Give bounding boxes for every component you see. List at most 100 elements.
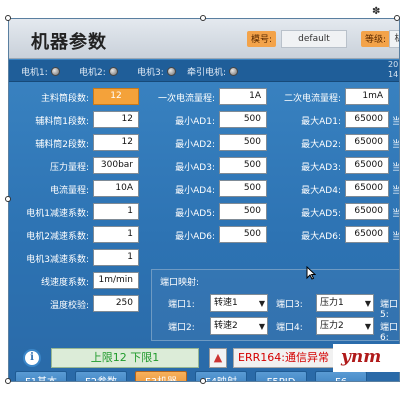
min-ad4-field[interactable]: 500 <box>219 180 267 197</box>
temperature-calibration-field[interactable]: 250 <box>93 295 139 312</box>
max-ad4-field[interactable]: 65000 <box>345 180 389 197</box>
line-speed-factor-field[interactable]: 1m/min <box>93 272 139 289</box>
page-title: 机器参数 <box>31 32 107 53</box>
f2-params-button[interactable]: F2参数 <box>75 371 127 381</box>
secondary-current-range-field[interactable]: 1mA <box>345 88 389 105</box>
chevron-down-icon: ▼ <box>258 322 265 331</box>
port-2-select[interactable]: 转速2 ▼ <box>210 317 268 335</box>
param-label: 线速度系数: <box>40 278 89 288</box>
traction-motor-status: 牵引电机: <box>187 65 239 78</box>
motor-3-reduction-field[interactable]: 1 <box>93 249 139 266</box>
param-label: 最小AD6: <box>175 232 215 242</box>
current-range-field[interactable]: 10A <box>93 180 139 197</box>
pressure-range-field[interactable]: 300bar <box>93 157 139 174</box>
resize-handle-mid-left[interactable] <box>5 196 11 202</box>
motor-2-label: 电机2: <box>79 68 106 78</box>
port-6-label: 端口6: <box>380 323 399 343</box>
max-ad1-field[interactable]: 65000 <box>345 111 389 128</box>
edge-label: 当 <box>392 114 399 127</box>
model-label: 模号: <box>247 31 277 47</box>
traction-motor-label: 牵引电机: <box>187 68 227 78</box>
resize-handle-bottom-left[interactable] <box>5 378 11 384</box>
motor-status-bar: 电机1: 电机2: 电机3: 牵引电机: 20 14 <box>9 60 399 82</box>
chevron-down-icon: ▼ <box>258 299 265 308</box>
param-label: 最大AD3: <box>301 163 341 173</box>
motor-2-status: 电机2: <box>79 65 118 78</box>
header-bar: 机器参数 模号: default 等级: 机 <box>9 19 399 59</box>
param-label: 最大AD5: <box>301 209 341 219</box>
edge-label: 当 <box>392 160 399 173</box>
motor-status-light-icon <box>229 67 239 76</box>
resize-handle-bottom-mid[interactable] <box>200 378 206 384</box>
param-label: 温度校验: <box>49 301 89 311</box>
chevron-down-icon: ▼ <box>364 299 371 308</box>
param-label: 最小AD3: <box>175 163 215 173</box>
port-2-label: 端口2: <box>168 323 195 333</box>
resize-handle-top-left[interactable] <box>5 15 11 21</box>
mouse-pointer-icon <box>306 266 316 280</box>
port-4-value: 压力2 <box>320 321 344 331</box>
bug-icon: ✽ <box>372 6 381 17</box>
param-label: 主料筒段数: <box>40 94 89 104</box>
param-label: 最大AD6: <box>301 232 341 242</box>
f3-machine-button[interactable]: F3机器 <box>135 371 187 381</box>
port-3-value: 压力1 <box>320 298 344 308</box>
hmi-screen: 机器参数 模号: default 等级: 机 电机1: 电机2: 电机3: 牵引… <box>8 18 400 382</box>
min-ad2-field[interactable]: 500 <box>219 134 267 151</box>
param-label: 最小AD5: <box>175 209 215 219</box>
motor-3-label: 电机3: <box>137 68 164 78</box>
port-2-value: 转速2 <box>214 321 238 331</box>
port-1-label: 端口1: <box>168 300 195 310</box>
main-barrel-sections-field[interactable]: 12 <box>93 88 139 105</box>
primary-current-range-field[interactable]: 1A <box>219 88 267 105</box>
min-ad6-field[interactable]: 500 <box>219 226 267 243</box>
limit-display: 上限12 下限1 <box>51 348 199 368</box>
motor-1-status: 电机1: <box>21 65 60 78</box>
edge-label: 当 <box>392 206 399 219</box>
level-value[interactable]: 机 <box>389 30 399 48</box>
param-label: 一次电流量程: <box>157 94 215 104</box>
watermark-logo: ynm <box>333 344 400 372</box>
motor-2-reduction-field[interactable]: 1 <box>93 226 139 243</box>
motor-status-light-icon <box>108 67 118 76</box>
param-label: 二次电流量程: <box>283 94 341 104</box>
alarm-icon[interactable]: ▲ <box>209 348 227 368</box>
aux-barrel-2-sections-field[interactable]: 12 <box>93 134 139 151</box>
max-ad3-field[interactable]: 65000 <box>345 157 389 174</box>
model-value[interactable]: default <box>281 30 347 48</box>
port-3-select[interactable]: 压力1 ▼ <box>316 294 374 312</box>
param-label: 最小AD4: <box>175 186 215 196</box>
port-5-label: 端口5: <box>380 300 399 320</box>
port-1-select[interactable]: 转速1 ▼ <box>210 294 268 312</box>
max-ad5-field[interactable]: 65000 <box>345 203 389 220</box>
edge-label: 当 <box>392 183 399 196</box>
port-mapping-title: 端口映射: <box>160 278 200 288</box>
edge-label: 当 <box>392 229 399 242</box>
min-ad5-field[interactable]: 500 <box>219 203 267 220</box>
param-label: 电机2减速系数: <box>26 232 89 242</box>
max-ad6-field[interactable]: 65000 <box>345 226 389 243</box>
motor-status-light-icon <box>166 67 176 76</box>
motor-1-reduction-field[interactable]: 1 <box>93 203 139 220</box>
param-label: 最大AD4: <box>301 186 341 196</box>
param-label: 最小AD2: <box>175 140 215 150</box>
param-label: 最大AD2: <box>301 140 341 150</box>
port-4-label: 端口4: <box>276 323 303 333</box>
f1-basic-button[interactable]: F1基本 <box>15 371 67 381</box>
info-icon[interactable]: i <box>23 349 41 367</box>
corner-date-fragment-1: 20 <box>388 60 399 69</box>
port-3-label: 端口3: <box>276 300 303 310</box>
resize-handle-top-mid[interactable] <box>200 15 206 21</box>
param-label: 最小AD1: <box>175 117 215 127</box>
max-ad2-field[interactable]: 65000 <box>345 134 389 151</box>
f5-pid-button[interactable]: F5PID <box>255 371 307 381</box>
aux-barrel-1-sections-field[interactable]: 12 <box>93 111 139 128</box>
port-4-select[interactable]: 压力2 ▼ <box>316 317 374 335</box>
resize-handle-top-right[interactable] <box>394 15 400 21</box>
f6-button[interactable]: F6 <box>315 371 367 381</box>
param-label: 压力量程: <box>49 163 89 173</box>
min-ad1-field[interactable]: 500 <box>219 111 267 128</box>
port-mapping-panel: 端口映射: 端口1: 转速1 ▼ 端口3: 压力1 ▼ 端口5: 端口2: 转速2 ▼… <box>151 269 399 343</box>
corner-date-fragment-2: 14 <box>388 70 399 79</box>
min-ad3-field[interactable]: 500 <box>219 157 267 174</box>
